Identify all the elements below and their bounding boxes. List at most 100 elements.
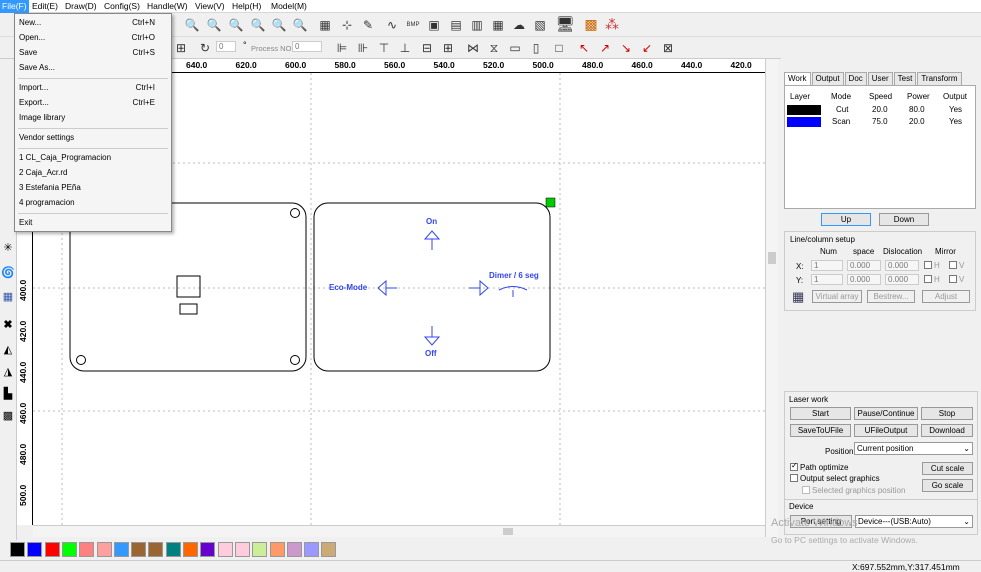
grid-icon[interactable]: ▦ [490,17,506,33]
zoom-out-icon[interactable]: 🔍 [206,17,222,33]
palette-swatch[interactable] [148,542,164,557]
align-right-icon[interactable]: ⊪ [355,40,371,56]
palette-swatch[interactable] [269,542,285,557]
adjust-button[interactable]: Adjust [922,290,970,303]
vertical-scrollbar[interactable] [765,59,778,537]
y-num-input[interactable]: 1 [811,274,843,285]
y-disloc-input[interactable]: 0.000 [885,274,919,285]
palette-swatch[interactable] [10,542,25,557]
menu-draw[interactable]: Draw(D) [63,0,99,13]
x-mirror-v-checkbox[interactable] [949,261,957,269]
triangle-filled-icon[interactable]: ◮ [1,364,15,378]
menu-item-exit[interactable]: Exit [19,218,169,227]
position-select[interactable]: Current position ⌄ [854,442,973,455]
zoom-all-icon[interactable]: 🔍 [292,17,308,33]
palette-swatch[interactable] [96,542,112,557]
up-button[interactable]: Up [821,213,871,226]
zoom-page-icon[interactable]: 🔍 [250,17,266,33]
zoom-select-icon[interactable]: 🔍 [271,17,287,33]
grid-tool-icon[interactable]: ▦ [1,289,15,303]
path-optimize-checkbox[interactable]: ✓ [790,461,798,471]
tab-user[interactable]: User [867,72,893,85]
angle-input[interactable]: 0 [216,41,236,52]
palette-swatch[interactable] [321,542,337,557]
palette-swatch[interactable] [183,542,198,557]
zoom-in-icon[interactable]: 🔍 [184,17,200,33]
draw-pen-icon[interactable]: ✎ [360,17,376,33]
menu-item-recent-4[interactable]: 4 programacion [19,198,169,207]
layer-row[interactable]: Scan 75.0 20.0 Yes [786,117,974,128]
cut-scale-button[interactable]: Cut scale [922,462,973,475]
tab-output[interactable]: Output [811,72,844,85]
palette-swatch[interactable] [131,542,147,557]
menu-item-open[interactable]: Open... Ctrl+O [19,33,169,42]
x-space-input[interactable]: 0.000 [847,260,881,271]
mirror-icon[interactable]: ⊠ [660,40,676,56]
selected-pos-checkbox[interactable] [802,486,810,494]
tab-doc[interactable]: Doc [844,72,867,85]
menu-view[interactable]: View(V) [193,0,227,13]
align-left-icon[interactable]: ⊫ [334,40,350,56]
menu-help[interactable]: Help(H) [230,0,263,13]
draw-curve-icon[interactable]: ∿ [384,17,400,33]
measure-icon[interactable]: ▙ [1,386,15,400]
menu-item-recent-2[interactable]: 2 Caja_Acr.rd [19,168,169,177]
sun-icon[interactable]: ✳ [1,240,15,254]
process-no-input[interactable]: 0 [292,41,322,52]
bestrew-button[interactable]: Bestrew... [867,290,915,303]
menu-item-save-as[interactable]: Save As... [19,63,169,72]
text-icon[interactable]: ▤ [448,17,464,33]
select-rect-icon[interactable]: ▦ [317,17,333,33]
node-edit-icon[interactable]: ⊹ [339,17,355,33]
align-top-icon[interactable]: ⊤ [376,40,392,56]
palette-swatch[interactable] [61,542,77,557]
menu-item-import[interactable]: Import... Ctrl+I [19,83,169,92]
palette-swatch[interactable] [79,542,95,557]
tab-transform[interactable]: Transform [917,72,962,85]
delete-tool-icon[interactable]: ✖ [1,317,15,331]
palette-swatch[interactable] [252,542,268,557]
device-select[interactable]: Device---(USB:Auto) ⌄ [855,515,973,528]
tab-work[interactable]: Work [784,72,811,85]
down-button[interactable]: Down [879,213,929,226]
menu-config[interactable]: Config(S) [102,0,142,13]
palette-swatch[interactable] [217,542,233,557]
arrow-nw-icon[interactable]: ↖ [576,40,592,56]
pause-continue-button[interactable]: Pause/Continue [854,407,918,420]
menu-edit[interactable]: Edit(E) [30,0,60,13]
arrow-ne-icon[interactable]: ↗ [597,40,613,56]
y-mirror-h-checkbox[interactable] [924,275,932,283]
palette-swatch[interactable] [200,542,216,557]
menu-item-recent-1[interactable]: 1 CL_Caja_Programacion [19,153,169,162]
tab-test[interactable]: Test [893,72,917,85]
same-size-icon[interactable]: □ [551,40,567,56]
nest-icon[interactable]: ▩ [583,16,599,32]
start-button[interactable]: Start [790,407,851,420]
monitor-icon[interactable]: 🖥 [555,16,574,33]
menu-item-new[interactable]: New... Ctrl+N [19,18,169,27]
triangle-icon[interactable]: ◭ [1,342,15,356]
align-vcenter-icon[interactable]: ⊞ [440,40,456,56]
menu-item-vendor-settings[interactable]: Vendor settings [19,133,169,142]
palette-swatch[interactable] [165,542,181,557]
rotate-icon[interactable]: ↻ [197,40,213,56]
distribute-h-icon[interactable]: ⋈ [465,40,481,56]
same-height-icon[interactable]: ▯ [528,40,544,56]
cloud-icon[interactable]: ☁ [511,17,527,33]
x-mirror-h-checkbox[interactable] [924,261,932,269]
menu-model[interactable]: Model(M) [269,0,309,13]
palette-swatch[interactable] [44,542,60,557]
palette-swatch[interactable] [304,542,320,557]
layer-row[interactable]: Cut 20.0 80.0 Yes [786,105,974,116]
x-num-input[interactable]: 1 [811,260,843,271]
palette-swatch[interactable] [234,542,250,557]
spiral-icon[interactable]: 🌀 [1,265,15,279]
bmp-icon[interactable]: BMP [405,17,421,33]
distribute-v-icon[interactable]: ⧖ [486,40,502,56]
save-to-ufile-button[interactable]: SaveToUFile [790,424,851,437]
zoom-fit-icon[interactable]: 🔍 [228,17,244,33]
menu-handle[interactable]: Handle(W) [145,0,190,13]
go-scale-button[interactable]: Go scale [922,479,973,492]
menu-item-image-library[interactable]: Image library [19,113,169,122]
array-grid-icon[interactable]: ▦ [792,289,804,305]
